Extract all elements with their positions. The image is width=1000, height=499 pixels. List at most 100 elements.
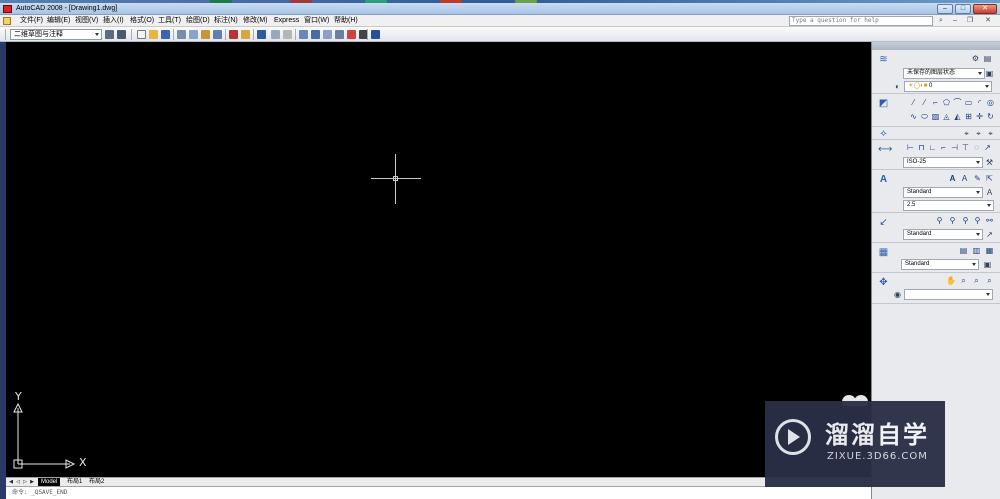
- layer-isolate-icon[interactable]: ◐: [893, 82, 902, 91]
- line-tool-icon[interactable]: ⁄: [909, 98, 918, 107]
- text-height-input[interactable]: 2.5: [903, 200, 994, 211]
- design-center-icon[interactable]: [335, 30, 344, 39]
- annotation-sync-icon[interactable]: ⌖: [986, 129, 995, 138]
- arc-icon[interactable]: ⌒: [953, 98, 962, 107]
- dim-diameter-icon[interactable]: ◌: [972, 143, 981, 152]
- help-icon[interactable]: [371, 30, 380, 39]
- help-search-input[interactable]: Type a question for help: [789, 16, 933, 26]
- zoom-previous-icon[interactable]: ⌕: [972, 276, 981, 285]
- layer-state-save-icon[interactable]: ▣: [985, 69, 994, 78]
- zoom-window-icon[interactable]: ⌕: [959, 276, 968, 285]
- text-panel-icon[interactable]: A: [878, 174, 889, 185]
- polygon-icon[interactable]: ⬠: [942, 98, 951, 107]
- arc-3point-icon[interactable]: ◜: [975, 98, 984, 107]
- menu-help[interactable]: 帮助(H): [334, 16, 358, 26]
- command-line[interactable]: 命令: _QSAVE_END: [6, 486, 871, 499]
- mleader-add-icon[interactable]: ⚲: [935, 216, 944, 225]
- region-icon[interactable]: ◬: [942, 112, 951, 121]
- table-style-manager-icon[interactable]: ▣: [983, 260, 992, 269]
- zoom-realtime-icon[interactable]: [299, 30, 308, 39]
- mleader-style-manager-icon[interactable]: ↗: [985, 230, 994, 239]
- mleader-collect-icon[interactable]: ⚲: [973, 216, 982, 225]
- workspace-settings-icon[interactable]: [105, 30, 114, 39]
- dimension-panel-icon[interactable]: ⟷: [878, 144, 892, 155]
- text-style-select[interactable]: Standard: [903, 187, 983, 198]
- navigation-panel-icon[interactable]: ✥: [878, 277, 889, 288]
- doc-close-icon[interactable]: ✕: [984, 17, 992, 25]
- spline-icon[interactable]: ∿: [909, 112, 918, 121]
- doc-restore-icon[interactable]: ❐: [966, 17, 974, 25]
- zoom-window-icon[interactable]: [311, 30, 320, 39]
- annotation-delete-scale-icon[interactable]: ⌖: [974, 129, 983, 138]
- construction-line-icon[interactable]: ⁄: [920, 98, 929, 107]
- plot-preview-icon[interactable]: [189, 30, 198, 39]
- next-tab-icon[interactable]: ▷: [22, 479, 28, 486]
- dim-radius-icon[interactable]: ⌐: [939, 143, 948, 152]
- autocad-app-icon[interactable]: [3, 5, 12, 13]
- last-tab-icon[interactable]: ▶: [29, 479, 35, 486]
- minimize-button[interactable]: ‒: [937, 4, 953, 14]
- dim-baseline-icon[interactable]: ⊣: [950, 143, 959, 152]
- drawing-canvas[interactable]: [6, 42, 871, 477]
- dim-style-manager-icon[interactable]: ⚒: [985, 158, 994, 167]
- table-extract-icon[interactable]: ▦: [985, 246, 994, 255]
- menu-view[interactable]: 视图(V): [75, 16, 98, 26]
- pan-icon[interactable]: [283, 30, 292, 39]
- search-icon[interactable]: ⌕: [937, 17, 945, 25]
- menu-insert[interactable]: 插入(I): [103, 16, 124, 26]
- mleader-align-icon[interactable]: ⚲: [961, 216, 970, 225]
- array-icon[interactable]: ⊞: [964, 112, 973, 121]
- rectangle-icon[interactable]: ▭: [964, 98, 973, 107]
- new-file-icon[interactable]: [137, 30, 146, 39]
- title-bar[interactable]: AutoCAD 2008 - [Drawing1.dwg] ‒ □ ✕: [0, 3, 1000, 15]
- undo-icon[interactable]: [257, 30, 266, 39]
- layers-panel-icon[interactable]: ≋: [878, 54, 889, 65]
- close-button[interactable]: ✕: [973, 4, 997, 14]
- annotation-add-scale-icon[interactable]: ⌖: [962, 129, 971, 138]
- layer-select[interactable]: ☀◯◐■ 0: [904, 81, 992, 92]
- save-icon[interactable]: [161, 30, 170, 39]
- rotate-icon[interactable]: ↻: [986, 112, 995, 121]
- pan-hand-icon[interactable]: ✋: [946, 276, 956, 285]
- ellipse-icon[interactable]: ⬭: [920, 112, 929, 121]
- toolbar-grip[interactable]: [5, 29, 6, 40]
- menu-edit[interactable]: 编辑(E): [47, 16, 70, 26]
- prev-tab-icon[interactable]: ◁: [15, 479, 21, 486]
- mleader-style-icon[interactable]: ⚯: [985, 216, 994, 225]
- publish-icon[interactable]: [201, 30, 210, 39]
- menu-express[interactable]: Express: [274, 16, 299, 26]
- workspace-select[interactable]: 二维草图与注释: [10, 29, 102, 40]
- layer-state-select[interactable]: 未保存的图层状态: [903, 68, 985, 79]
- mtext-icon[interactable]: A: [948, 174, 957, 183]
- hatch-icon[interactable]: ▨: [931, 112, 940, 121]
- circle-icon[interactable]: ◎: [986, 98, 995, 107]
- dim-angular-icon[interactable]: ∟: [928, 143, 937, 152]
- menu-modify[interactable]: 修改(M): [243, 16, 268, 26]
- menu-file[interactable]: 文件(F): [20, 16, 43, 26]
- table-style-select[interactable]: Standard: [901, 259, 979, 270]
- redo-icon[interactable]: [271, 30, 280, 39]
- palette-title-bar[interactable]: [872, 42, 1000, 50]
- dim-continue-icon[interactable]: ⊤: [961, 143, 970, 152]
- move-icon[interactable]: ✛: [975, 112, 984, 121]
- multileader-panel-icon[interactable]: ↙: [878, 217, 889, 228]
- gradient-icon[interactable]: ◭: [953, 112, 962, 121]
- tool-palettes-icon[interactable]: [347, 30, 356, 39]
- annotation-panel-icon[interactable]: ⟡: [878, 128, 889, 139]
- table-panel-icon[interactable]: ▦: [878, 247, 889, 258]
- dim-leader-icon[interactable]: ↗: [983, 143, 992, 152]
- plot-icon[interactable]: [177, 30, 186, 39]
- layer-state-icon[interactable]: ⚙: [971, 54, 980, 63]
- polyline-icon[interactable]: ⌐: [931, 98, 940, 107]
- menu-dimension[interactable]: 标注(N): [214, 16, 238, 26]
- dim-linear-icon[interactable]: ⊢: [906, 143, 915, 152]
- table-insert-icon[interactable]: ▤: [959, 246, 968, 255]
- properties-icon[interactable]: [323, 30, 332, 39]
- match-properties-icon[interactable]: [241, 30, 250, 39]
- dim-style-select[interactable]: ISO-25: [903, 157, 983, 168]
- menu-tools[interactable]: 工具(T): [158, 16, 181, 26]
- menu-draw[interactable]: 绘图(D): [186, 16, 210, 26]
- menu-window[interactable]: 窗口(W): [304, 16, 329, 26]
- dim-aligned-icon[interactable]: ⊓: [917, 143, 926, 152]
- mleader-remove-icon[interactable]: ⚲: [948, 216, 957, 225]
